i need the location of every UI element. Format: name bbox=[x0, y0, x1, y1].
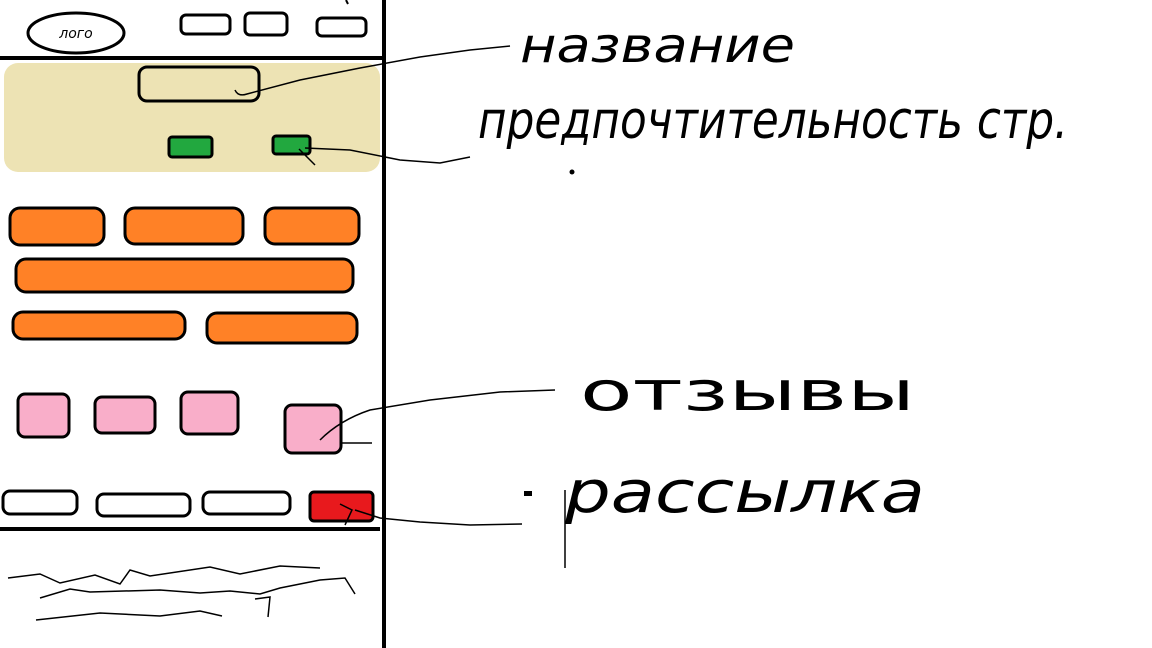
orange-block-wide[interactable] bbox=[14, 257, 355, 294]
bottom-button-3[interactable] bbox=[201, 490, 292, 516]
orange-block-2[interactable] bbox=[123, 206, 245, 246]
bottom-bar bbox=[0, 489, 380, 531]
orange-block-4[interactable] bbox=[11, 310, 187, 341]
reviews-tiles bbox=[16, 390, 343, 455]
header: лого bbox=[0, 0, 384, 60]
header-button-1[interactable] bbox=[179, 13, 232, 36]
annotation-dot-1 bbox=[569, 169, 575, 175]
annotations: название предпочтительность стр. отзывы … bbox=[478, 18, 1068, 568]
bottom-button-2[interactable] bbox=[95, 492, 192, 518]
footer-scribble-2 bbox=[39, 577, 356, 599]
wireframe-sketch: лого название предпочтительность стр. от… bbox=[0, 0, 1068, 648]
annotation-dot-2 bbox=[524, 491, 532, 496]
footer-scribble-3 bbox=[35, 610, 223, 621]
review-tile-1[interactable] bbox=[16, 392, 71, 439]
header-button-3[interactable] bbox=[315, 16, 368, 38]
mobile-mockup: лого bbox=[0, 0, 386, 648]
footer-scribble-1 bbox=[7, 565, 321, 585]
reviews-pointer-line bbox=[319, 389, 556, 444]
orange-block-3[interactable] bbox=[263, 206, 361, 246]
header-button-2[interactable] bbox=[243, 11, 289, 37]
buttons-annotation: предпочтительность стр. bbox=[478, 91, 1068, 151]
mailing-subscribe-button[interactable] bbox=[308, 490, 375, 523]
header-mark bbox=[345, 0, 349, 5]
logo-text: лого bbox=[58, 26, 92, 42]
hero-green-button-1[interactable] bbox=[167, 135, 214, 159]
footer-scribble-4 bbox=[254, 596, 271, 618]
orange-blocks bbox=[8, 206, 361, 345]
hero-green-button-2[interactable] bbox=[271, 134, 312, 156]
mailing-annotation: рассылка bbox=[564, 458, 925, 526]
hero-section bbox=[4, 63, 380, 172]
review-tile-3[interactable] bbox=[179, 390, 240, 436]
title-annotation: название bbox=[520, 18, 795, 74]
orange-block-1[interactable] bbox=[8, 206, 106, 247]
orange-block-5[interactable] bbox=[205, 311, 359, 345]
reviews-annotation: отзывы bbox=[580, 360, 915, 423]
review-tile-2[interactable] bbox=[93, 395, 157, 435]
footer-scribbles bbox=[7, 565, 356, 621]
bottom-button-1[interactable] bbox=[1, 489, 79, 516]
